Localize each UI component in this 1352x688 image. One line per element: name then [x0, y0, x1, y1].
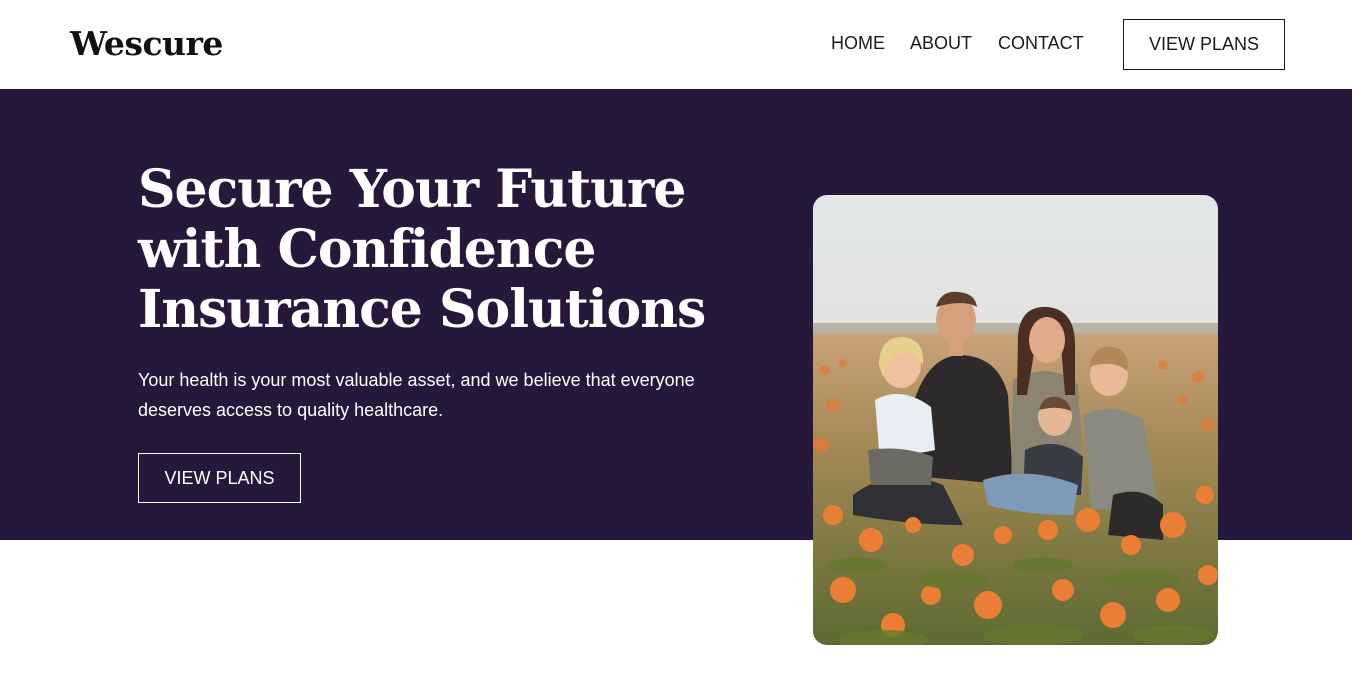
- family-photo-illustration: [813, 195, 1218, 645]
- site-header: Wescure HOME ABOUT CONTACT VIEW PLANS: [0, 0, 1352, 89]
- family-photo-image: [813, 195, 1218, 645]
- nav-link-contact[interactable]: CONTACT: [998, 33, 1084, 54]
- hero-title: Secure Your Future with Confidence Insur…: [138, 159, 706, 340]
- nav-link-about[interactable]: ABOUT: [910, 33, 972, 54]
- nav-link-home[interactable]: HOME: [831, 33, 885, 54]
- logo[interactable]: Wescure: [70, 24, 223, 63]
- header-view-plans-button[interactable]: VIEW PLANS: [1123, 19, 1285, 70]
- hero-subtitle: Your health is your most valuable asset,…: [138, 370, 695, 420]
- hero-view-plans-button[interactable]: VIEW PLANS: [138, 453, 301, 503]
